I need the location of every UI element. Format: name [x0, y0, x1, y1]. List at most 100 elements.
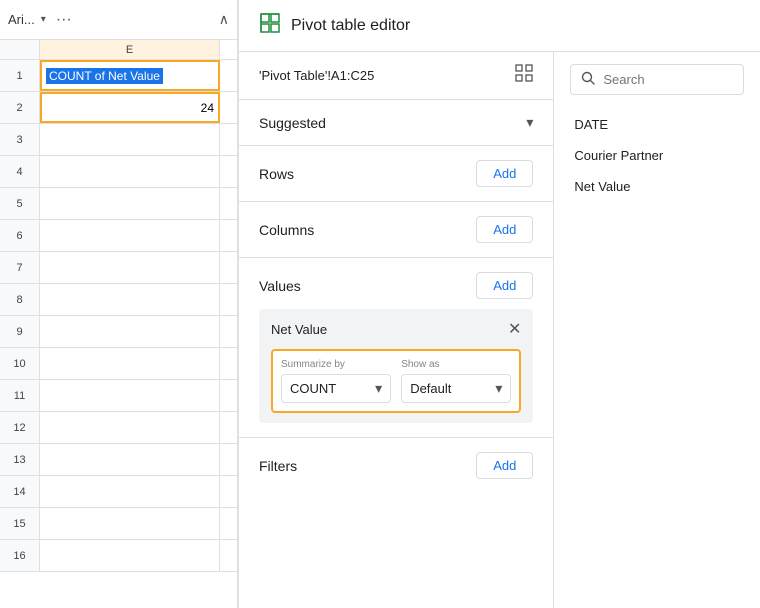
grid-rows: 1 COUNT of Net Value 2 24 3 4: [0, 60, 237, 572]
row-num-14: 14: [0, 476, 40, 507]
table-row: 14: [0, 476, 237, 508]
table-row: 7: [0, 252, 237, 284]
net-value-card-header: Net Value ✕: [271, 319, 521, 339]
table-row: 12: [0, 412, 237, 444]
table-row: 11: [0, 380, 237, 412]
columns-label: Columns: [259, 222, 314, 238]
cell-e16[interactable]: [40, 540, 220, 571]
data-range-text: 'Pivot Table'!A1:C25: [259, 68, 374, 83]
table-row: 9: [0, 316, 237, 348]
cell-e11[interactable]: [40, 380, 220, 411]
cell-e14[interactable]: [40, 476, 220, 507]
cell-e8[interactable]: [40, 284, 220, 315]
summarize-by-arrow-icon: ▾: [375, 380, 382, 397]
field-item-date[interactable]: DATE: [570, 109, 744, 140]
row-num-8: 8: [0, 284, 40, 315]
spreadsheet-area: Ari... ▾ ··· ∧ E 1 COUNT of Net Value 2 …: [0, 0, 238, 608]
toolbar-row: Ari... ▾ ··· ∧: [0, 0, 237, 40]
net-value-card-title: Net Value: [271, 322, 327, 337]
cell-e10[interactable]: [40, 348, 220, 379]
table-row: 3: [0, 124, 237, 156]
suggested-label: Suggested: [259, 115, 326, 131]
row-num-13: 13: [0, 444, 40, 475]
data-range-row: 'Pivot Table'!A1:C25: [239, 52, 553, 100]
show-as-dropdown[interactable]: Default ▾: [401, 374, 511, 403]
summarize-by-dropdown[interactable]: COUNT ▾: [281, 374, 391, 403]
cell-e9[interactable]: [40, 316, 220, 347]
field-item-net-value[interactable]: Net Value: [570, 171, 744, 202]
cell-e5[interactable]: [40, 188, 220, 219]
summarize-by-label: Summarize by: [281, 359, 391, 370]
search-icon: [581, 71, 595, 88]
row-num-9: 9: [0, 316, 40, 347]
row-num-10: 10: [0, 348, 40, 379]
row-num-11: 11: [0, 380, 40, 411]
grid-select-icon[interactable]: [515, 64, 533, 87]
row-num-16: 16: [0, 540, 40, 571]
values-header: Values Add: [259, 272, 533, 299]
search-input[interactable]: [603, 72, 733, 87]
table-row: 8: [0, 284, 237, 316]
table-row: 1 COUNT of Net Value: [0, 60, 237, 92]
table-row: 5: [0, 188, 237, 220]
filters-label: Filters: [259, 458, 297, 474]
table-row: 15: [0, 508, 237, 540]
editor-main: 'Pivot Table'!A1:C25 Suggested ▾ Rows: [239, 52, 554, 608]
row-num-15: 15: [0, 508, 40, 539]
row-num-4: 4: [0, 156, 40, 187]
row-num-12: 12: [0, 412, 40, 443]
row-num-3: 3: [0, 124, 40, 155]
cell-e6[interactable]: [40, 220, 220, 251]
font-name: Ari...: [8, 12, 35, 27]
row-num-5: 5: [0, 188, 40, 219]
grid-area: E 1 COUNT of Net Value 2 24 3: [0, 40, 237, 608]
cell-e1[interactable]: COUNT of Net Value: [40, 60, 220, 91]
row-num-2: 2: [0, 92, 40, 123]
font-dropdown-arrow[interactable]: ▾: [41, 14, 46, 25]
col-e-header: E: [40, 40, 220, 59]
table-row: 4: [0, 156, 237, 188]
cell-e2[interactable]: 24: [40, 92, 220, 123]
more-options-icon[interactable]: ···: [56, 11, 72, 29]
table-row: 10: [0, 348, 237, 380]
rows-add-button[interactable]: Add: [476, 160, 533, 187]
pivot-panel-title: Pivot table editor: [291, 17, 410, 35]
col-header-row: E: [0, 40, 237, 60]
rows-section: Rows Add: [239, 146, 553, 202]
row-num-7: 7: [0, 252, 40, 283]
dropdowns-row: Summarize by COUNT ▾ Show as Default ▾: [271, 349, 521, 413]
show-as-group: Show as Default ▾: [401, 359, 511, 403]
search-panel: DATE Courier Partner Net Value: [554, 52, 760, 608]
field-item-courier-partner[interactable]: Courier Partner: [570, 140, 744, 171]
show-as-arrow-icon: ▾: [495, 380, 502, 397]
cell-e4[interactable]: [40, 156, 220, 187]
summarize-by-value: COUNT: [290, 381, 336, 396]
suggested-section: Suggested ▾: [239, 100, 553, 146]
row-header-spacer: [0, 40, 40, 59]
table-row: 13: [0, 444, 237, 476]
table-row: 2 24: [0, 92, 237, 124]
cell-e7[interactable]: [40, 252, 220, 283]
collapse-icon[interactable]: ∧: [219, 11, 229, 28]
search-box: [570, 64, 744, 95]
values-section: Values Add Net Value ✕ Summarize by: [239, 258, 553, 438]
cell-e15[interactable]: [40, 508, 220, 539]
summarize-by-group: Summarize by COUNT ▾: [281, 359, 391, 403]
pivot-table-icon: [259, 12, 281, 40]
filters-section: Filters Add: [239, 438, 553, 493]
table-row: 6: [0, 220, 237, 252]
columns-section: Columns Add: [239, 202, 553, 258]
net-value-close-button[interactable]: ✕: [508, 319, 521, 339]
values-label: Values: [259, 278, 301, 294]
columns-add-button[interactable]: Add: [476, 216, 533, 243]
filters-add-button[interactable]: Add: [476, 452, 533, 479]
values-add-button[interactable]: Add: [476, 272, 533, 299]
cell-e2-text: 24: [201, 101, 214, 115]
cell-e13[interactable]: [40, 444, 220, 475]
rows-label: Rows: [259, 166, 294, 182]
cell-e3[interactable]: [40, 124, 220, 155]
suggested-chevron-icon[interactable]: ▾: [526, 114, 533, 131]
cell-e12[interactable]: [40, 412, 220, 443]
pivot-panel-header: Pivot table editor: [239, 0, 760, 52]
row-num-1: 1: [0, 60, 40, 91]
